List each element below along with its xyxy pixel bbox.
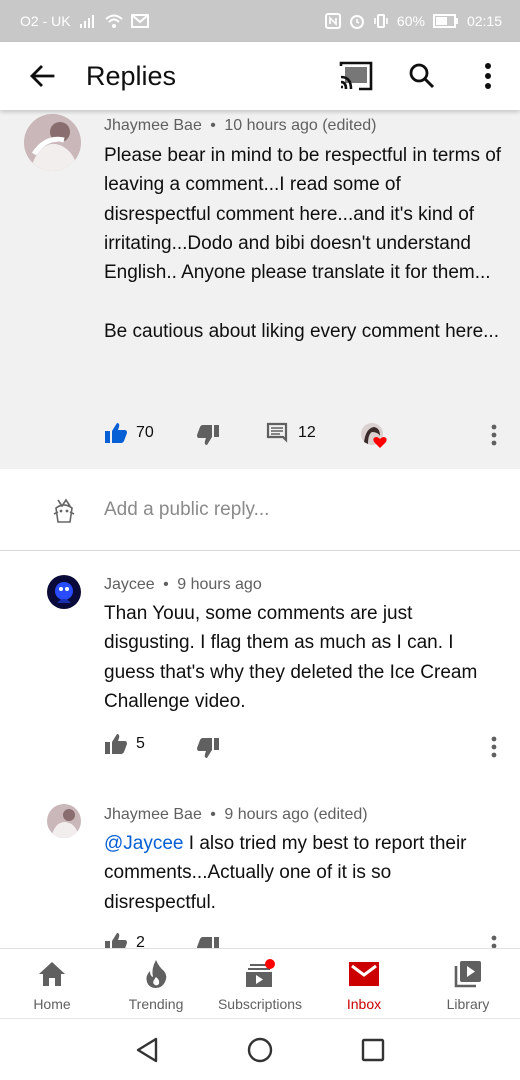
nav-label: Library — [446, 996, 490, 1012]
back-arrow-icon — [30, 65, 55, 87]
vibrate-icon — [373, 13, 389, 29]
nav-label: Subscriptions — [217, 996, 303, 1012]
system-navigation-bar — [0, 1018, 520, 1080]
system-recents-button[interactable] — [351, 1028, 395, 1072]
dislike-button[interactable] — [196, 424, 220, 446]
add-reply-row: Add a public reply... — [0, 469, 520, 551]
system-home-button[interactable] — [238, 1028, 282, 1072]
avatar[interactable] — [47, 575, 81, 609]
subscriptions-icon — [246, 959, 275, 987]
thumbs-up-icon — [105, 734, 127, 754]
cast-button[interactable] — [334, 54, 378, 98]
comment-options-button[interactable] — [484, 421, 504, 449]
more-vert-icon — [485, 63, 491, 89]
library-icon — [454, 961, 481, 988]
comment-author[interactable]: Jaycee — [104, 576, 155, 593]
like-button[interactable]: 5 — [104, 733, 145, 755]
creator-heart-icon — [361, 423, 387, 448]
comment-text: Please bear in mind to be respectful in … — [104, 145, 502, 342]
comment-author[interactable]: Jhaymee Bae — [104, 117, 202, 134]
wifi-icon — [104, 14, 123, 28]
carrier-label: O2 - UK — [20, 13, 71, 29]
nav-inbox[interactable]: Inbox — [312, 949, 416, 1018]
comment-time: 10 hours ago (edited) — [224, 117, 377, 134]
like-button[interactable]: 70 — [104, 422, 154, 444]
square-recents-icon — [362, 1038, 385, 1061]
own-avatar — [50, 496, 78, 526]
comment-options-button[interactable] — [484, 932, 504, 948]
comment-options-button[interactable] — [484, 733, 504, 761]
nav-subscriptions[interactable]: Subscriptions — [208, 949, 312, 1018]
page-title: Replies — [86, 60, 177, 91]
trending-flame-icon — [146, 960, 167, 988]
thumbs-up-icon — [105, 933, 127, 948]
battery-percent: 60% — [396, 13, 425, 29]
reply-input[interactable]: Add a public reply... — [104, 499, 269, 521]
system-back-button[interactable] — [125, 1028, 169, 1072]
meta-separator: • — [210, 806, 216, 823]
more-vert-icon — [491, 424, 497, 446]
status-bar: O2 - UK 60% 02:15 — [0, 0, 520, 42]
more-options-button[interactable] — [466, 54, 510, 98]
dislike-button[interactable] — [196, 936, 220, 948]
reply-count-button[interactable]: 12 — [266, 422, 316, 444]
comment-text: Than Youu, some comments are just disgus… — [104, 603, 478, 712]
search-button[interactable] — [400, 54, 444, 98]
comment-meta: Jhaymee Bae • 9 hours ago (edited) — [104, 806, 368, 824]
triangle-back-icon — [136, 1037, 157, 1062]
inbox-mail-icon — [349, 962, 379, 986]
more-vert-icon — [491, 935, 497, 948]
replies-content: Jhaymee Bae • 10 hours ago (edited) Plea… — [0, 110, 520, 948]
dislike-button[interactable] — [196, 737, 220, 759]
bottom-navigation: Home Trending Subscriptions Inbox Librar… — [0, 948, 520, 1018]
like-count: 2 — [136, 934, 145, 948]
nav-label: Home — [33, 996, 71, 1012]
comment-meta: Jaycee • 9 hours ago — [104, 576, 262, 594]
comment-time: 9 hours ago — [177, 576, 262, 593]
nav-label: Trending — [128, 996, 184, 1012]
nav-home[interactable]: Home — [0, 949, 104, 1018]
meta-separator: • — [210, 117, 216, 134]
thumbs-up-filled-icon — [105, 423, 127, 443]
like-button[interactable]: 2 — [104, 932, 145, 948]
circle-home-icon — [247, 1037, 273, 1062]
nav-label: Inbox — [346, 996, 382, 1012]
comment-author[interactable]: Jhaymee Bae — [104, 806, 202, 823]
meta-separator: • — [163, 576, 169, 593]
clock: 02:15 — [466, 13, 502, 29]
more-vert-icon — [491, 736, 497, 758]
home-icon — [39, 962, 65, 986]
thumbs-down-icon — [197, 738, 219, 758]
comment-text: @Jaycee I also tried my best to report t… — [104, 829, 504, 917]
cast-icon — [339, 61, 373, 91]
avatar[interactable] — [24, 114, 81, 171]
app-header: Replies — [0, 42, 520, 110]
thumbs-down-icon — [197, 937, 219, 948]
parent-comment: Jhaymee Bae • 10 hours ago (edited) Plea… — [0, 110, 520, 469]
like-count: 70 — [136, 424, 154, 441]
like-count: 5 — [136, 735, 145, 752]
search-icon — [409, 63, 435, 89]
alarm-icon — [349, 13, 365, 29]
nav-library[interactable]: Library — [416, 949, 520, 1018]
reply-count: 12 — [298, 424, 316, 441]
creator-heart — [360, 422, 390, 450]
back-button[interactable] — [22, 56, 62, 96]
comment-time: 9 hours ago (edited) — [224, 806, 368, 823]
signal-icon — [79, 14, 97, 28]
avatar[interactable] — [47, 804, 81, 838]
battery-icon — [432, 14, 459, 28]
nav-trending[interactable]: Trending — [104, 949, 208, 1018]
mail-notification-icon — [130, 14, 149, 28]
thumbs-down-icon — [197, 425, 219, 445]
comment-icon — [266, 422, 288, 443]
comment-meta: Jhaymee Bae • 10 hours ago (edited) — [104, 117, 376, 135]
user-mention-link[interactable]: @Jaycee — [104, 833, 184, 854]
nfc-icon — [324, 13, 341, 29]
